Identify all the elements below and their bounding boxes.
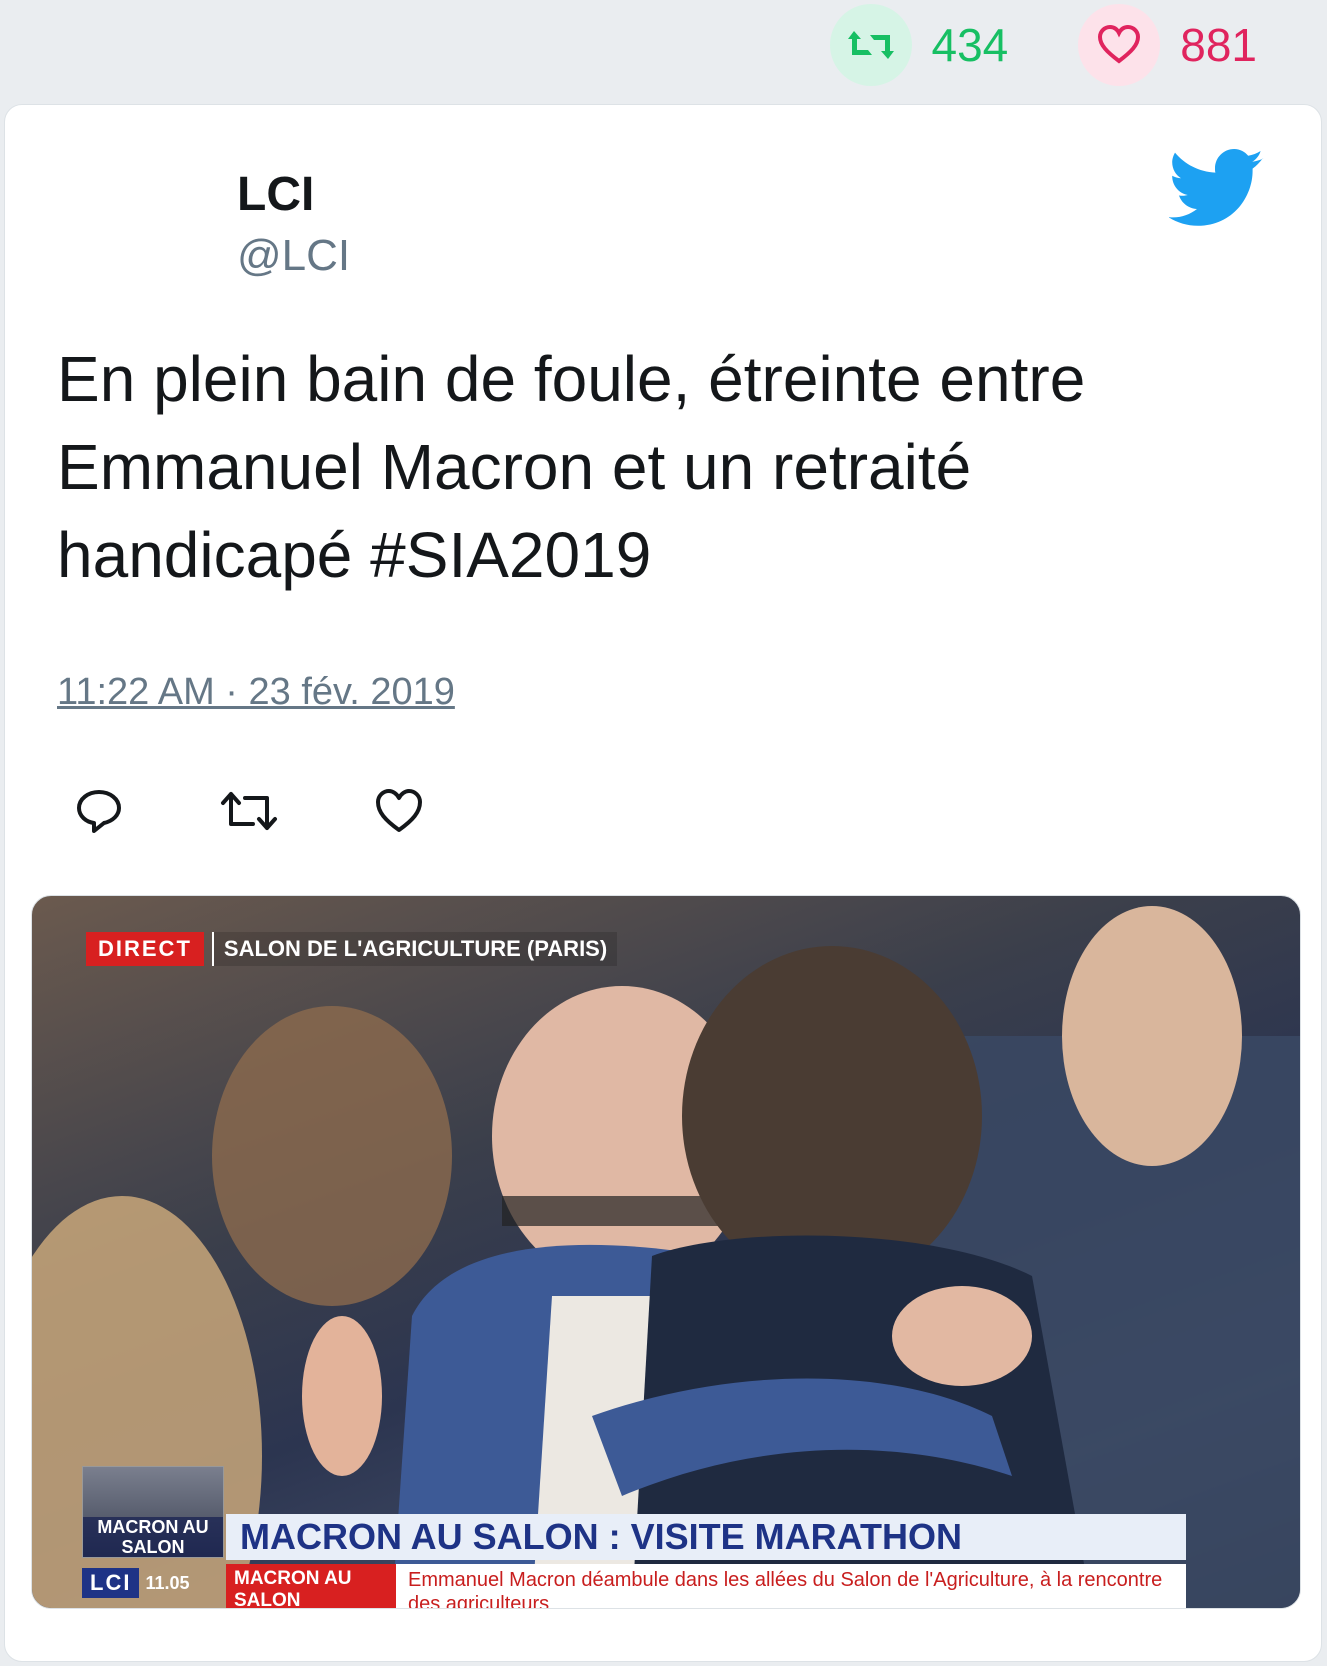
twitter-bird-icon[interactable] — [1169, 149, 1265, 229]
like-icon — [376, 789, 422, 832]
retweet-count: 434 — [931, 19, 1009, 71]
retweet-button[interactable] — [219, 781, 279, 841]
tv-headline: MACRON AU SALON : VISITE MARATHON — [226, 1514, 1186, 1560]
tv-subtopic: MACRON AU SALON — [226, 1564, 396, 1608]
live-label: DIRECT — [86, 932, 204, 966]
like-stat[interactable]: 881 — [1078, 4, 1287, 86]
retweet-icon — [829, 4, 912, 86]
tv-subtitle: Emmanuel Macron déambule dans les allées… — [396, 1564, 1186, 1608]
reply-button[interactable] — [69, 781, 129, 841]
channel-bug: LCI 11.05 — [82, 1564, 190, 1602]
author-name[interactable]: LCI — [237, 167, 314, 222]
like-button[interactable] — [369, 781, 429, 841]
thumbnail-image: MACRON AU SALON — [82, 1466, 224, 1558]
channel-logo: LCI — [82, 1568, 140, 1598]
tweet-timestamp[interactable]: 11:22 AM · 23 fév. 2019 — [57, 671, 455, 714]
retweet-icon — [221, 792, 277, 830]
tweet-video[interactable]: DIRECT SALON DE L'AGRICULTURE (PARIS) MA… — [31, 895, 1301, 1609]
author-handle[interactable]: @LCI — [237, 231, 350, 281]
tv-lower-third: MACRON AU SALON MACRON AU SALON : VISITE… — [82, 1466, 1192, 1608]
retweet-stat[interactable]: 434 — [829, 4, 1039, 86]
channel-clock: 11.05 — [145, 1572, 190, 1593]
tweet-text: En plein bain de foule, étreinte entre E… — [57, 343, 1086, 591]
like-count: 881 — [1180, 19, 1257, 71]
reply-icon — [77, 790, 121, 833]
thumbnail-label: MACRON AU SALON — [83, 1517, 223, 1557]
tweet-stats: 434 881 — [829, 0, 1327, 90]
heart-icon — [1078, 4, 1161, 86]
live-banner: DIRECT SALON DE L'AGRICULTURE (PARIS) — [86, 932, 618, 966]
tweet-card: LCI @LCI En plein bain de foule, étreint… — [4, 104, 1322, 1662]
tweet-actions — [69, 781, 519, 841]
location-label: SALON DE L'AGRICULTURE (PARIS) — [211, 932, 618, 966]
